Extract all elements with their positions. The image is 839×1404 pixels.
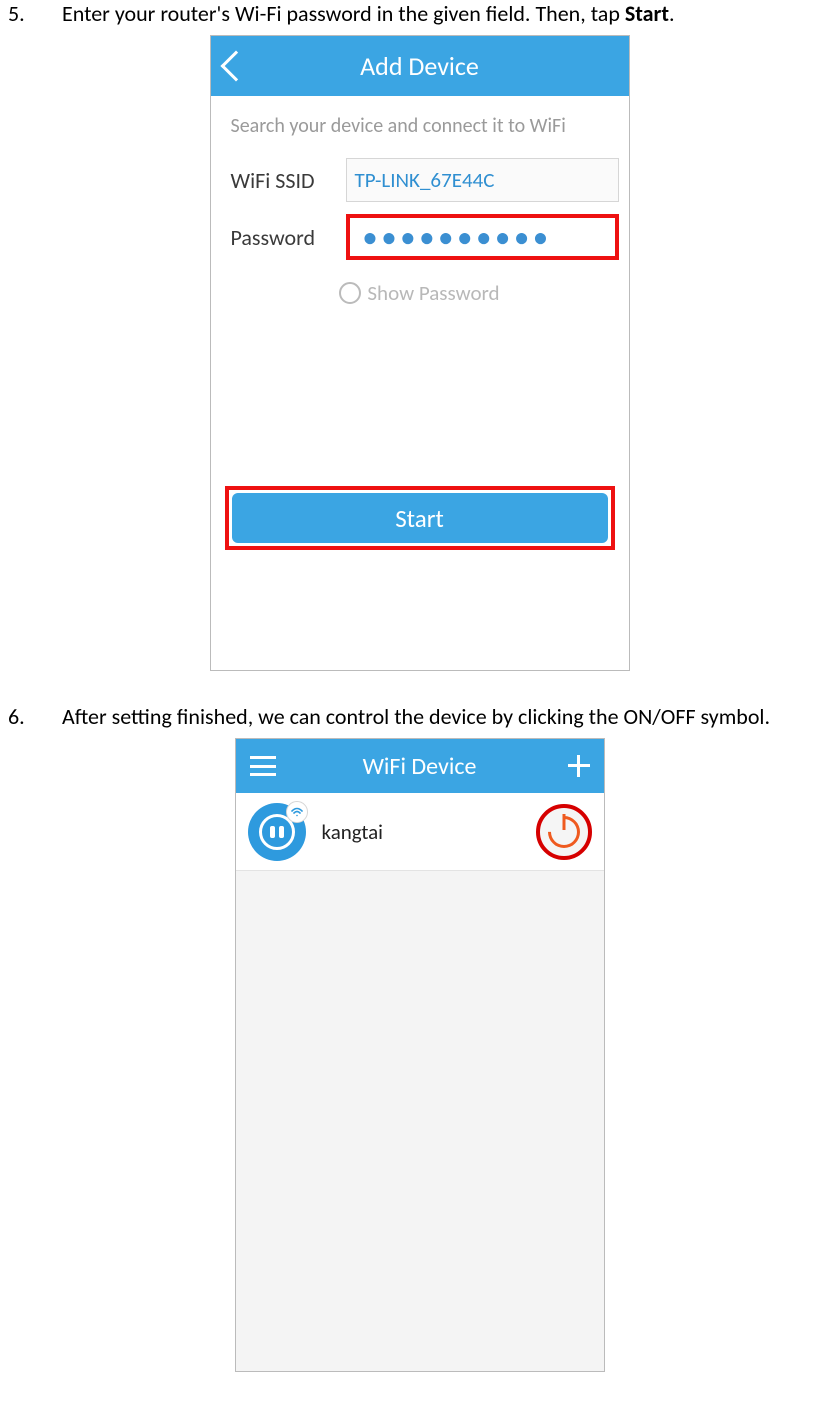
- wifi-device-screen: WiFi Device kangtai: [235, 738, 605, 1372]
- screen-title: WiFi Device: [363, 752, 477, 781]
- password-input[interactable]: ••••••••••: [364, 221, 554, 253]
- ssid-value[interactable]: TP-LINK_67E44C: [346, 158, 619, 202]
- step-text: After setting finished, we can control t…: [42, 703, 831, 730]
- password-row: Password ••••••••••: [211, 208, 629, 266]
- show-password-label: Show Password: [367, 280, 499, 306]
- menu-icon[interactable]: [250, 756, 276, 776]
- step-number: 5.: [8, 0, 42, 27]
- spacer: [211, 560, 629, 670]
- back-icon[interactable]: [220, 50, 251, 81]
- plug-icon: [248, 803, 306, 861]
- power-button-highlight: [536, 804, 592, 860]
- titlebar: WiFi Device: [236, 739, 604, 793]
- step-text-bold: Start: [625, 0, 669, 27]
- ssid-label: WiFi SSID: [231, 167, 346, 194]
- start-button[interactable]: Start: [232, 493, 608, 543]
- add-icon[interactable]: [568, 755, 590, 777]
- wifi-badge-icon: [286, 801, 308, 823]
- screenshot-2-wrap: WiFi Device kangtai: [0, 738, 839, 1372]
- step-number: 6.: [8, 703, 42, 730]
- step-text-part: .: [669, 0, 675, 27]
- device-name: kangtai: [322, 819, 384, 845]
- step-text-part: Enter your router's Wi-Fi password in th…: [62, 0, 625, 27]
- start-area: Start: [211, 316, 629, 560]
- titlebar: Add Device: [211, 36, 629, 96]
- show-password-toggle[interactable]: Show Password: [211, 266, 629, 316]
- step-text: Enter your router's Wi-Fi password in th…: [42, 0, 831, 27]
- ssid-row: WiFi SSID TP-LINK_67E44C: [211, 152, 629, 208]
- password-label: Password: [231, 224, 346, 251]
- add-device-screen: Add Device Search your device and connec…: [210, 35, 630, 671]
- empty-area: [236, 871, 604, 1371]
- step-6: 6. After setting finished, we can contro…: [0, 703, 839, 730]
- device-row[interactable]: kangtai: [236, 793, 604, 871]
- password-input-highlight: ••••••••••: [346, 214, 619, 260]
- power-icon[interactable]: [548, 816, 580, 848]
- screenshot-1-wrap: Add Device Search your device and connec…: [0, 35, 839, 671]
- step-5: 5. Enter your router's Wi-Fi password in…: [0, 0, 839, 27]
- radio-icon: [339, 282, 361, 304]
- screen-title: Add Device: [360, 50, 479, 82]
- hint-text: Search your device and connect it to WiF…: [211, 96, 629, 152]
- start-highlight: Start: [225, 486, 615, 550]
